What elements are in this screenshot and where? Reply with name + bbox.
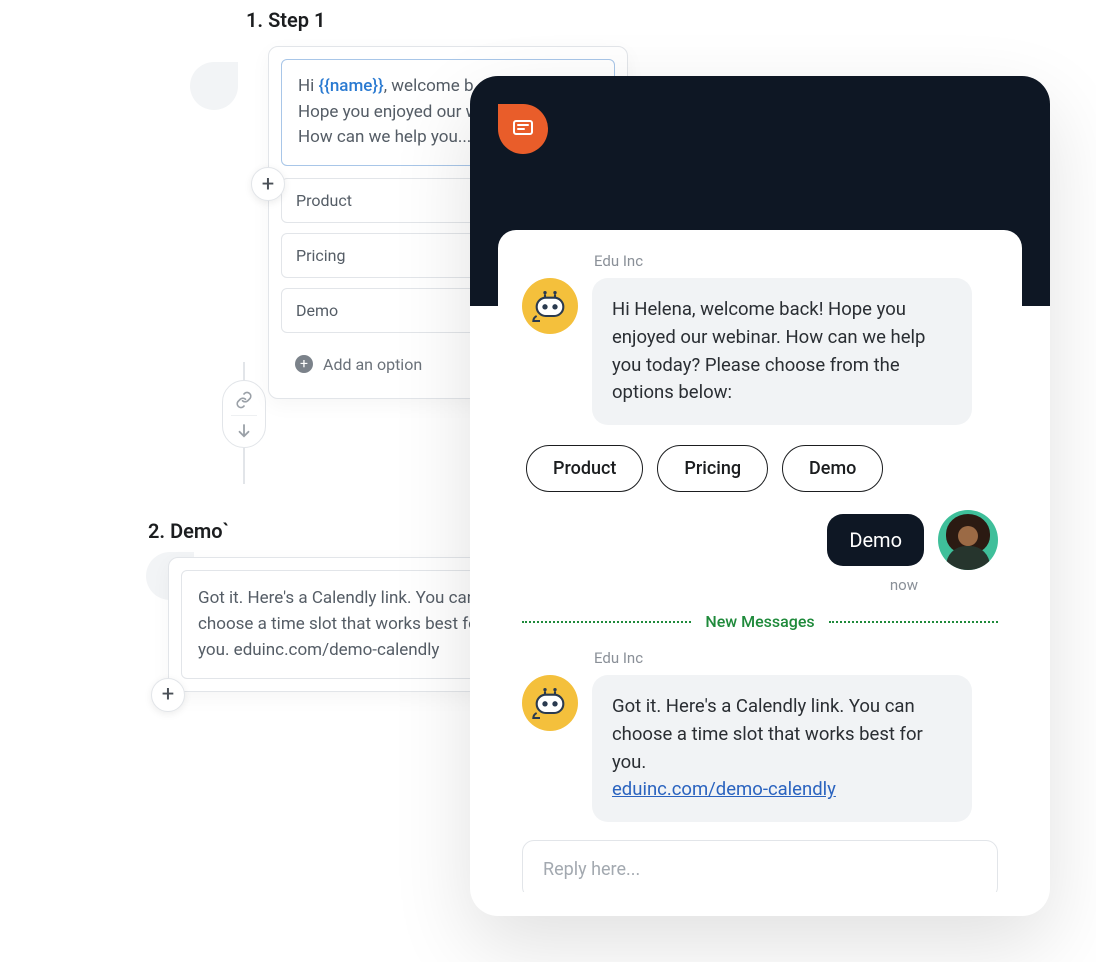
step-1-title: 1. Step 1 xyxy=(246,8,740,32)
quick-reply-pill[interactable]: Product xyxy=(526,445,643,492)
robot-icon xyxy=(530,683,570,723)
step-2-message-editor[interactable]: Got it. Here's a Calendly link. You can … xyxy=(181,570,515,679)
calendly-link[interactable]: eduinc.com/demo-calendly xyxy=(612,778,836,800)
chat-sheet: Edu Inc Hi Helena, welcome back! Hope yo… xyxy=(498,230,1022,892)
msg-text: , welcome b xyxy=(384,76,474,96)
quick-reply-options: Product Pricing Demo xyxy=(526,445,998,492)
sender-label: Edu Inc xyxy=(594,252,998,270)
new-messages-divider: New Messages xyxy=(522,612,998,631)
add-option-label: Add an option xyxy=(323,355,422,374)
bot-message-bubble: Hi Helena, welcome back! Hope you enjoye… xyxy=(592,278,972,425)
step-connector xyxy=(222,362,266,484)
message-timestamp: now xyxy=(890,576,918,594)
decorative-blob xyxy=(190,62,238,110)
arrow-down-icon[interactable] xyxy=(231,415,257,441)
add-step-button[interactable]: + xyxy=(151,678,185,712)
msg-text: Hi xyxy=(298,76,318,96)
dotted-line xyxy=(522,621,691,623)
msg-text: How can we help you... xyxy=(298,127,471,147)
dotted-line xyxy=(829,621,998,623)
user-message-block: Demo now xyxy=(522,510,998,594)
chat-icon xyxy=(511,117,535,141)
bot-avatar xyxy=(522,278,578,334)
quick-reply-pill[interactable]: Pricing xyxy=(657,445,768,492)
reply-input[interactable]: Reply here... xyxy=(522,840,998,892)
bot-avatar xyxy=(522,675,578,731)
brand-logo xyxy=(498,104,548,154)
quick-reply-pill[interactable]: Demo xyxy=(782,445,883,492)
bot-message-block: Edu Inc Hi Helena, welcome back! Hope yo… xyxy=(522,252,998,425)
bot-message-block: Edu Inc Got it. Here's a Calen xyxy=(522,649,998,822)
chat-widget: Edu Inc Hi Helena, welcome back! Hope yo… xyxy=(470,76,1050,916)
user-avatar xyxy=(938,510,998,570)
user-message-bubble: Demo xyxy=(827,514,924,566)
connector-controls xyxy=(222,380,266,448)
new-messages-label: New Messages xyxy=(705,612,814,631)
sender-label: Edu Inc xyxy=(594,649,998,667)
msg-text: Hope you enjoyed our w xyxy=(298,102,478,122)
followup-text: Got it. Here's a Calendly link. You can … xyxy=(612,695,923,773)
plus-icon: + xyxy=(295,355,313,373)
bot-message-bubble: Got it. Here's a Calendly link. You can … xyxy=(592,675,972,822)
variable-token: {{name}} xyxy=(318,76,383,96)
link-icon[interactable] xyxy=(231,387,257,413)
add-step-button[interactable]: + xyxy=(251,167,285,201)
robot-icon xyxy=(530,286,570,326)
